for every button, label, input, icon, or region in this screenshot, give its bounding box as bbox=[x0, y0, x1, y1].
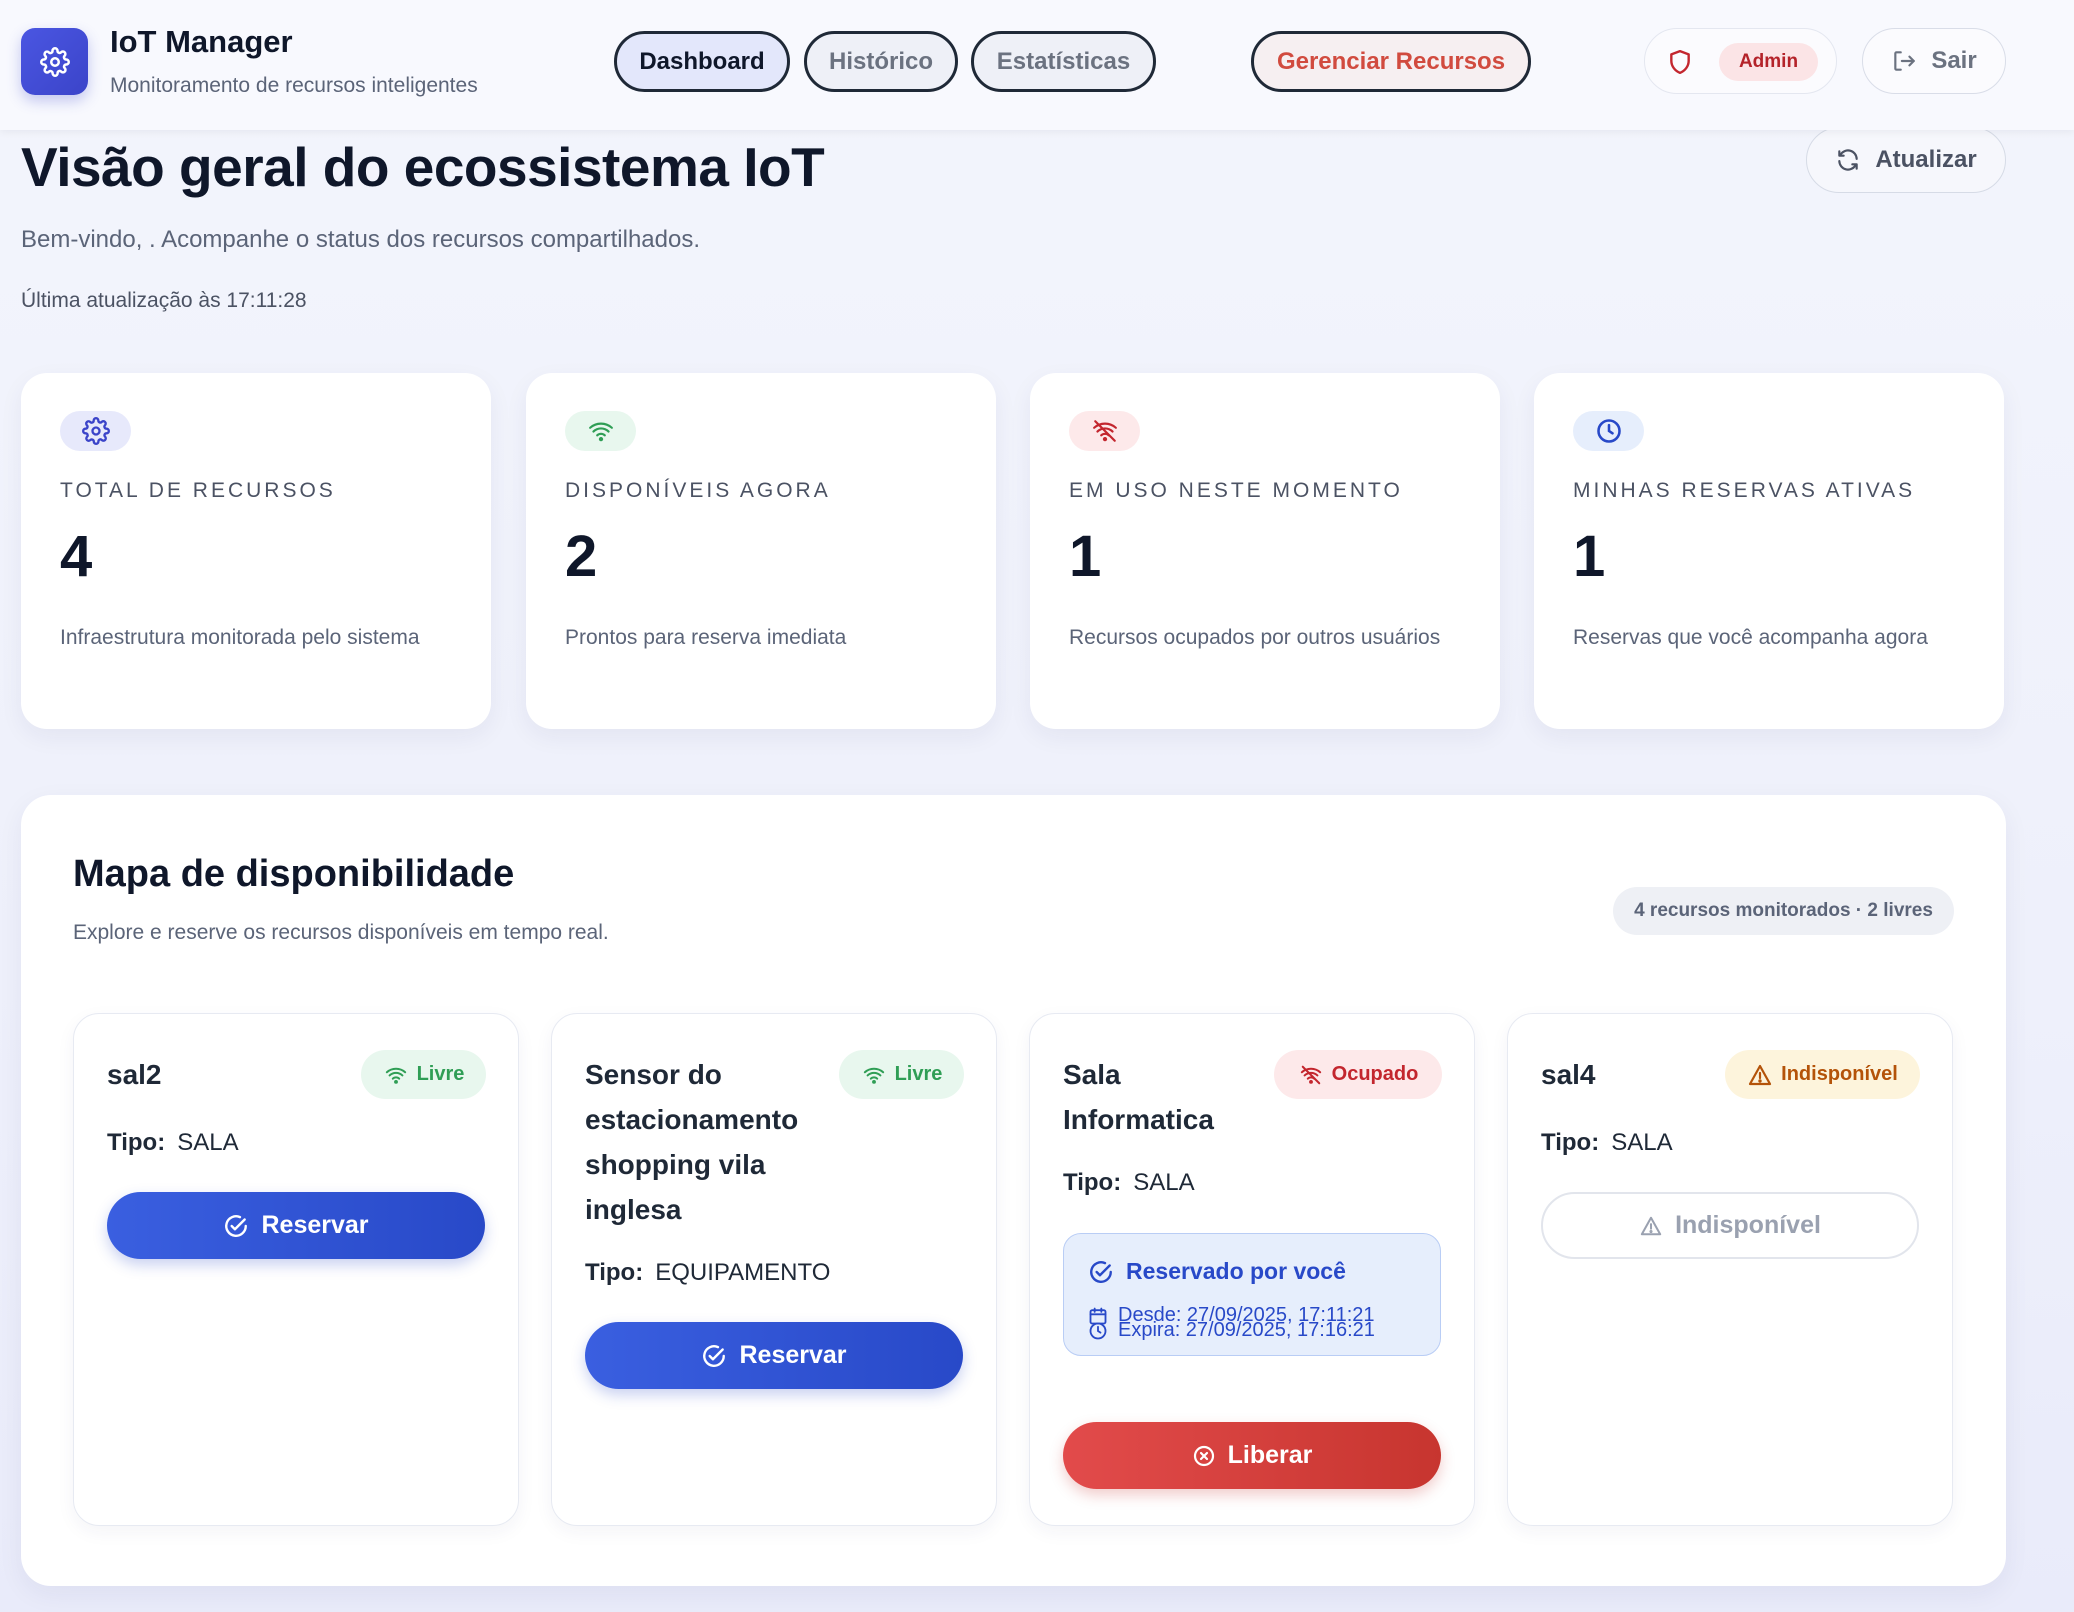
status-badge: Livre bbox=[361, 1050, 486, 1099]
stat-description: Recursos ocupados por outros usuários bbox=[1069, 626, 1441, 649]
stat-icon-badge bbox=[565, 411, 636, 451]
type-key: Tipo: bbox=[1541, 1129, 1600, 1156]
tab-historico[interactable]: Histórico bbox=[804, 31, 958, 92]
resource-card: sal2 Livre Tipo: SALA Reservar bbox=[73, 1013, 519, 1526]
manage-resources-button[interactable]: Gerenciar Recursos bbox=[1251, 31, 1531, 92]
reserve-button[interactable]: Reservar bbox=[585, 1322, 963, 1389]
stat-description: Infraestrutura monitorada pelo sistema bbox=[60, 626, 420, 649]
app-subtitle: Monitoramento de recursos inteligentes bbox=[110, 74, 478, 97]
availability-panel: Mapa de disponibilidade Explore e reserv… bbox=[21, 795, 2006, 1586]
stat-label: TOTAL DE RECURSOS bbox=[60, 479, 336, 502]
check-circle-icon bbox=[225, 1214, 248, 1237]
resource-type: Tipo: SALA bbox=[1541, 1129, 1673, 1157]
logout-button[interactable]: Sair bbox=[1862, 28, 2006, 94]
clock-icon bbox=[1089, 1322, 1107, 1339]
warning-icon bbox=[1749, 1064, 1772, 1085]
resource-card: sal4 Indisponível Tipo: SALA Indisponível bbox=[1507, 1013, 1953, 1526]
refresh-label: Atualizar bbox=[1875, 146, 1977, 173]
reservation-title: Reservado por você bbox=[1088, 1258, 1346, 1285]
reservation-info: Reservado por você Desde: 27/09/2025, 17… bbox=[1063, 1233, 1441, 1356]
refresh-button[interactable]: Atualizar bbox=[1806, 127, 2006, 193]
wifi-off-icon bbox=[1300, 1065, 1321, 1084]
welcome-text: Bem-vindo, . Acompanhe o status dos recu… bbox=[21, 226, 701, 253]
stat-card-my-reservations: MINHAS RESERVAS ATIVAS 1 Reservas que vo… bbox=[1534, 373, 2004, 729]
gear-icon bbox=[39, 46, 70, 77]
user-role-pill: Admin bbox=[1644, 28, 1837, 94]
stat-card-total: TOTAL DE RECURSOS 4 Infraestrutura monit… bbox=[21, 373, 491, 729]
tab-estatisticas[interactable]: Estatísticas bbox=[971, 31, 1156, 92]
clock-icon bbox=[1596, 419, 1621, 443]
resource-name: Sala Informatica bbox=[1063, 1059, 1214, 1135]
stat-value: 2 bbox=[565, 524, 598, 589]
stat-card-available: DISPONÍVEIS AGORA 2 Prontos para reserva… bbox=[526, 373, 996, 729]
stat-icon-badge bbox=[60, 411, 131, 451]
type-value: SALA bbox=[177, 1129, 239, 1156]
status-label: Livre bbox=[416, 1063, 465, 1085]
stat-label: EM USO NESTE MOMENTO bbox=[1069, 479, 1403, 502]
stat-label: DISPONÍVEIS AGORA bbox=[565, 479, 831, 502]
reserve-label: Reservar bbox=[261, 1211, 369, 1239]
refresh-icon bbox=[1838, 149, 1859, 171]
panel-title: Mapa de disponibilidade bbox=[73, 853, 515, 895]
logout-icon bbox=[1894, 51, 1916, 71]
app-logo[interactable] bbox=[21, 28, 88, 95]
status-label: Livre bbox=[894, 1063, 943, 1085]
status-label: Ocupado bbox=[1331, 1063, 1419, 1085]
status-badge: Indisponível bbox=[1725, 1050, 1920, 1099]
stat-label: MINHAS RESERVAS ATIVAS bbox=[1573, 479, 1916, 502]
status-label: Indisponível bbox=[1781, 1063, 1898, 1085]
reserve-label: Reservar bbox=[739, 1341, 847, 1369]
wifi-off-icon bbox=[1092, 420, 1117, 442]
resource-name: sal2 bbox=[107, 1059, 162, 1090]
status-badge: Livre bbox=[839, 1050, 964, 1099]
release-label: Liberar bbox=[1227, 1441, 1313, 1469]
gear-icon bbox=[81, 417, 110, 445]
logout-label: Sair bbox=[1931, 47, 1977, 74]
last-update-text: Última atualização às 17:11:28 bbox=[21, 289, 307, 312]
check-circle-icon bbox=[1090, 1260, 1112, 1283]
stat-description: Reservas que você acompanha agora bbox=[1573, 626, 1928, 649]
reservation-title-text: Reservado por você bbox=[1126, 1258, 1346, 1284]
resource-type: Tipo: SALA bbox=[1063, 1169, 1195, 1197]
resource-type: Tipo: EQUIPAMENTO bbox=[585, 1259, 830, 1287]
reserve-button[interactable]: Reservar bbox=[107, 1192, 485, 1259]
stat-icon-badge bbox=[1573, 411, 1644, 451]
stat-value: 4 bbox=[60, 524, 93, 589]
resource-type: Tipo: SALA bbox=[107, 1129, 239, 1157]
type-key: Tipo: bbox=[585, 1259, 644, 1286]
wifi-icon bbox=[385, 1067, 406, 1084]
top-bar: IoT Manager Monitoramento de recursos in… bbox=[0, 0, 2074, 130]
unavailable-label: Indisponível bbox=[1675, 1211, 1821, 1239]
stat-value: 1 bbox=[1069, 524, 1102, 589]
resource-card: Sensor do estacionamento shopping vila i… bbox=[551, 1013, 997, 1526]
warning-icon bbox=[1640, 1216, 1662, 1235]
unavailable-button[interactable]: Indisponível bbox=[1541, 1192, 1919, 1259]
stat-description: Prontos para reserva imediata bbox=[565, 626, 847, 649]
admin-badge: Admin bbox=[1719, 43, 1818, 81]
panel-subtitle: Explore e reserve os recursos disponívei… bbox=[73, 921, 609, 944]
resource-name: Sensor do estacionamento shopping vila i… bbox=[585, 1059, 799, 1225]
resource-card: Sala Informatica Ocupado Tipo: SALA Reser… bbox=[1029, 1013, 1475, 1526]
wifi-icon bbox=[588, 422, 613, 442]
check-circle-icon bbox=[703, 1344, 726, 1367]
app-title: IoT Manager bbox=[110, 24, 293, 59]
type-value: SALA bbox=[1611, 1129, 1673, 1156]
resource-counter-badge: 4 recursos monitorados · 2 livres bbox=[1613, 887, 1954, 935]
type-key: Tipo: bbox=[1063, 1169, 1122, 1196]
x-circle-icon bbox=[1193, 1445, 1214, 1466]
stat-card-in-use: EM USO NESTE MOMENTO 1 Recursos ocupados… bbox=[1030, 373, 1500, 729]
status-badge: Ocupado bbox=[1274, 1050, 1442, 1099]
stat-value: 1 bbox=[1573, 524, 1606, 589]
tab-dashboard[interactable]: Dashboard bbox=[614, 31, 790, 92]
wifi-icon bbox=[863, 1067, 884, 1084]
type-value: EQUIPAMENTO bbox=[655, 1259, 831, 1286]
release-button[interactable]: Liberar bbox=[1063, 1422, 1441, 1489]
type-value: SALA bbox=[1133, 1169, 1195, 1196]
type-key: Tipo: bbox=[107, 1129, 166, 1156]
shield-icon bbox=[1670, 49, 1690, 75]
reservation-expires: Expira: 27/09/2025, 17:16:21 bbox=[1088, 1319, 1375, 1342]
reservation-expires-text: Expira: 27/09/2025, 17:16:21 bbox=[1118, 1319, 1375, 1341]
stat-icon-badge bbox=[1069, 411, 1140, 451]
page-title: Visão geral do ecossistema IoT bbox=[21, 136, 825, 198]
